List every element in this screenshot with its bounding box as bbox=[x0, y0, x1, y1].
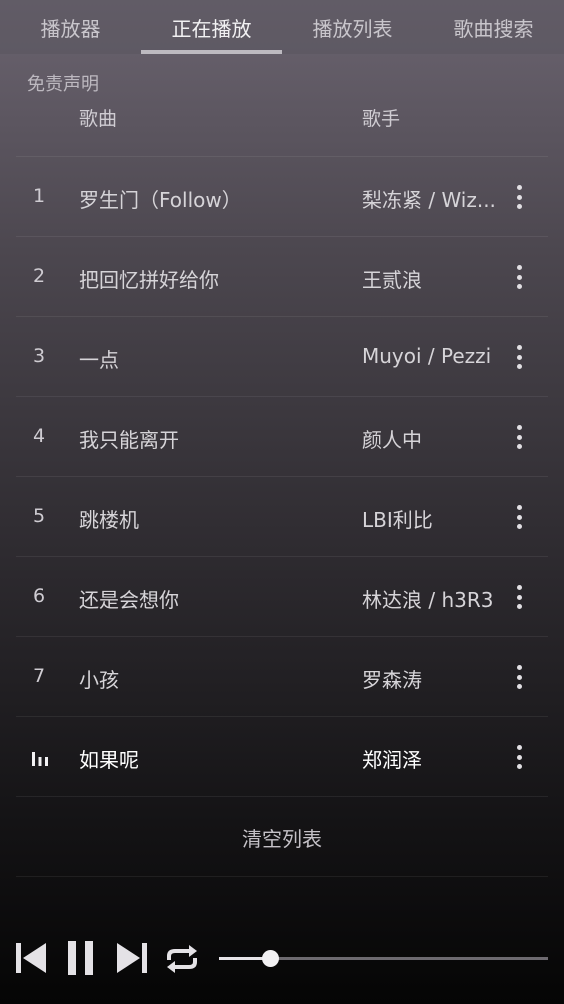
song-artist: 郑润泽 bbox=[362, 748, 422, 772]
disclaimer-link[interactable]: 免责声明 bbox=[27, 70, 99, 96]
repeat-icon[interactable] bbox=[164, 943, 200, 975]
skip-previous-icon[interactable] bbox=[14, 941, 48, 975]
tab-song-search[interactable]: 歌曲搜索 bbox=[423, 0, 564, 54]
song-row[interactable]: 7 小孩 罗森涛 bbox=[16, 637, 548, 717]
song-title: 还是会想你 bbox=[79, 588, 179, 612]
song-artist: Muyoi / Pezzi bbox=[362, 344, 492, 368]
song-row[interactable]: 5 跳楼机 LBI利比 bbox=[16, 477, 548, 557]
song-index: 6 bbox=[32, 585, 46, 607]
song-title: 罗生门（Follow） bbox=[79, 188, 242, 212]
tab-now-playing[interactable]: 正在播放 bbox=[141, 0, 282, 54]
tab-playlist[interactable]: 播放列表 bbox=[282, 0, 423, 54]
tab-player[interactable]: 播放器 bbox=[0, 0, 141, 54]
song-index: 4 bbox=[32, 425, 46, 447]
song-row[interactable]: 4 我只能离开 颜人中 bbox=[16, 397, 548, 477]
more-options-icon[interactable] bbox=[510, 342, 528, 372]
more-options-icon[interactable] bbox=[510, 502, 528, 532]
song-row-now-playing[interactable]: 如果呢 郑润泽 bbox=[16, 717, 548, 797]
column-header-artist: 歌手 bbox=[362, 108, 401, 130]
song-artist: 林达浪 / h3R3 bbox=[362, 588, 494, 612]
song-title: 跳楼机 bbox=[79, 508, 139, 532]
clear-list-button[interactable]: 清空列表 bbox=[16, 823, 548, 852]
clear-list-row: 清空列表 bbox=[16, 797, 548, 877]
now-playing-equalizer-icon bbox=[32, 752, 48, 766]
song-artist: LBI利比 bbox=[362, 508, 433, 532]
song-index: 1 bbox=[32, 185, 46, 207]
song-artist: 颜人中 bbox=[362, 428, 422, 452]
more-options-icon[interactable] bbox=[510, 182, 528, 212]
more-options-icon[interactable] bbox=[510, 422, 528, 452]
song-title: 小孩 bbox=[79, 668, 119, 692]
seek-bar[interactable] bbox=[219, 950, 548, 967]
more-options-icon[interactable] bbox=[510, 742, 528, 772]
column-header-song: 歌曲 bbox=[79, 108, 118, 130]
song-row[interactable]: 1 罗生门（Follow） 梨冻紧 / Wiz... bbox=[16, 157, 548, 237]
song-row[interactable]: 3 一点 Muyoi / Pezzi bbox=[16, 317, 548, 397]
song-title: 一点 bbox=[79, 348, 119, 372]
list-header: 歌曲 歌手 bbox=[16, 98, 548, 157]
song-title: 我只能离开 bbox=[79, 428, 179, 452]
more-options-icon[interactable] bbox=[510, 582, 528, 612]
song-index: 7 bbox=[32, 665, 46, 687]
song-title: 把回忆拼好给你 bbox=[79, 268, 219, 292]
player-controls bbox=[0, 930, 564, 986]
skip-next-icon[interactable] bbox=[115, 941, 149, 975]
song-index: 2 bbox=[32, 265, 46, 287]
tab-bar: 播放器 正在播放 播放列表 歌曲搜索 bbox=[0, 0, 564, 54]
song-row[interactable]: 2 把回忆拼好给你 王贰浪 bbox=[16, 237, 548, 317]
song-index: 3 bbox=[32, 345, 46, 367]
song-artist: 罗森涛 bbox=[362, 668, 422, 692]
song-list: 1 罗生门（Follow） 梨冻紧 / Wiz... 2 把回忆拼好给你 王贰浪… bbox=[16, 157, 548, 877]
song-artist: 王贰浪 bbox=[362, 268, 422, 292]
more-options-icon[interactable] bbox=[510, 662, 528, 692]
song-index: 5 bbox=[32, 505, 46, 527]
song-title: 如果呢 bbox=[79, 748, 139, 772]
pause-icon[interactable] bbox=[66, 939, 96, 977]
song-artist: 梨冻紧 / Wiz... bbox=[362, 188, 496, 212]
more-options-icon[interactable] bbox=[510, 262, 528, 292]
seek-thumb[interactable] bbox=[261, 950, 279, 967]
song-row[interactable]: 6 还是会想你 林达浪 / h3R3 bbox=[16, 557, 548, 637]
